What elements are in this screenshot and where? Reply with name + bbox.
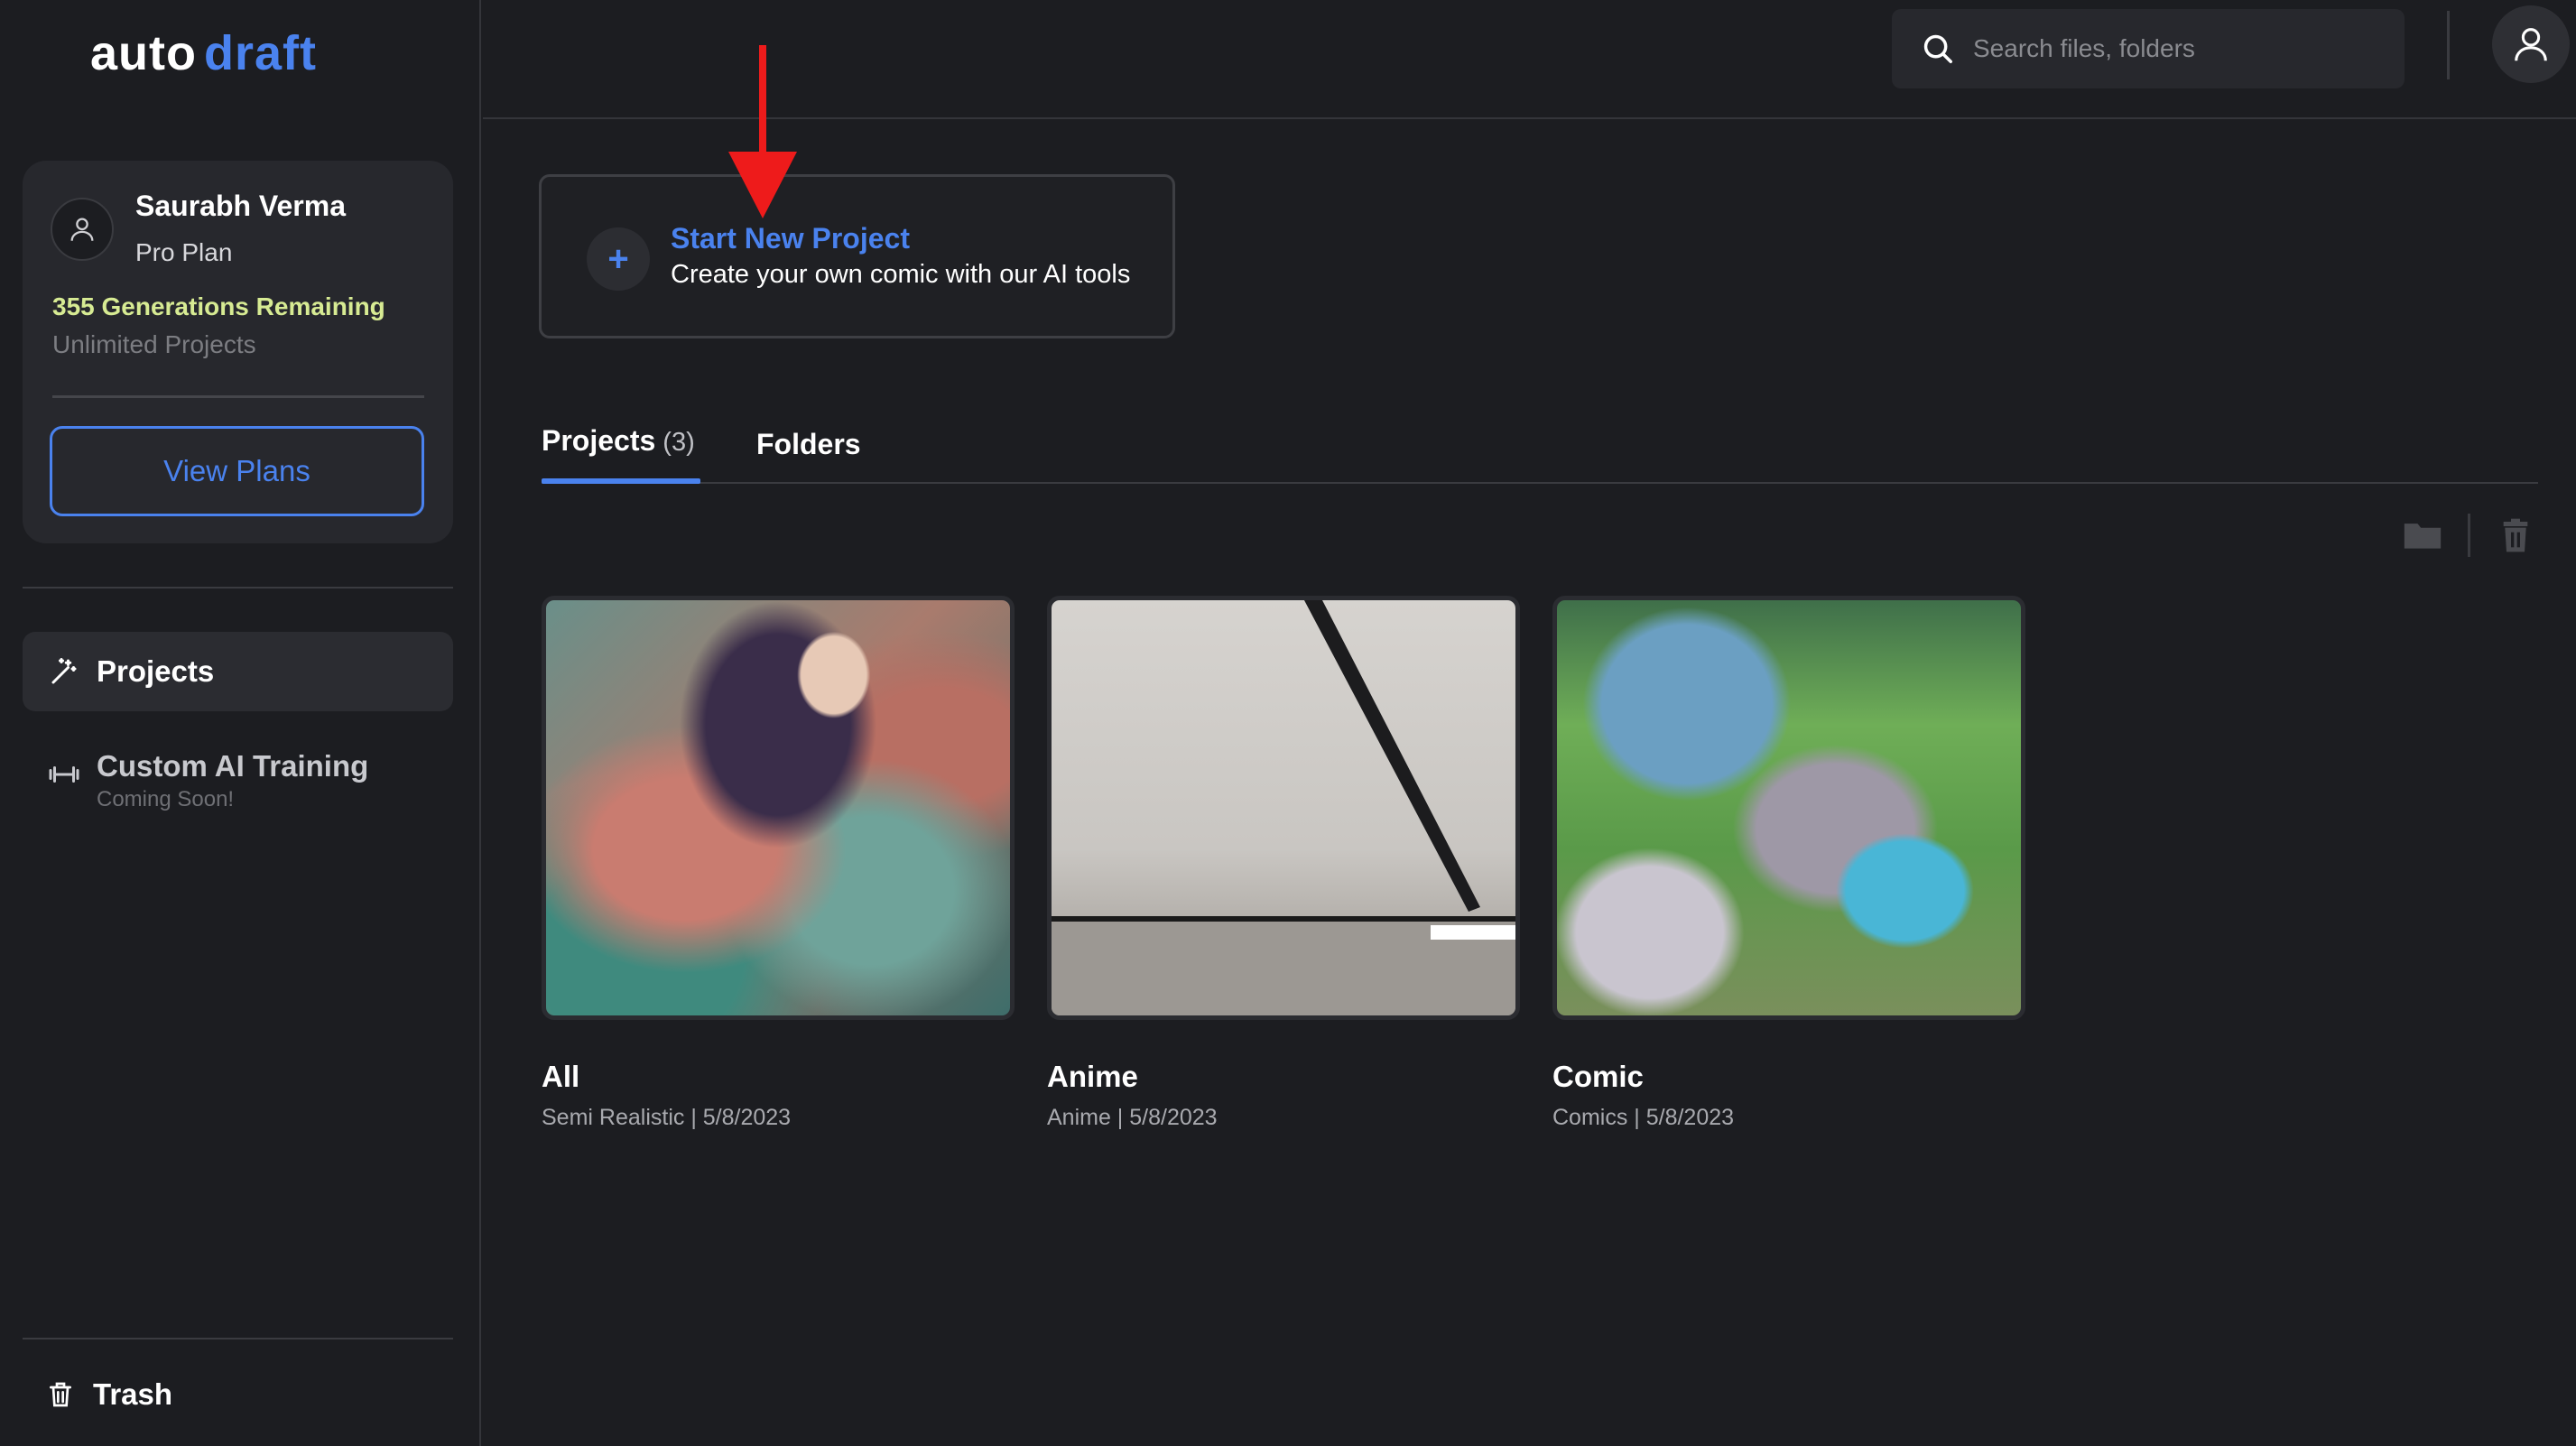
user-plan: Pro Plan: [135, 238, 233, 266]
project-title: All: [542, 1060, 580, 1093]
project-title: Comic: [1552, 1060, 1644, 1093]
search-bar[interactable]: [1892, 9, 2405, 88]
sidebar-item-label: Projects: [97, 654, 215, 688]
trash-icon: [42, 1376, 79, 1413]
start-new-project-card[interactable]: + Start New Project Create your own comi…: [539, 174, 1175, 338]
project-thumbnail[interactable]: [542, 596, 1015, 1020]
tab-bar: Projects (3) Folders: [542, 415, 2538, 484]
annotation-arrow-icon: [728, 45, 797, 218]
trash-icon: [2503, 518, 2528, 552]
account-button[interactable]: [2492, 5, 2570, 83]
start-new-project-subtitle: Create your own comic with our AI tools: [671, 260, 1131, 289]
user-icon: [70, 218, 94, 241]
search-icon: [1923, 34, 1952, 63]
active-tab-indicator: [542, 478, 700, 484]
logo[interactable]: auto draft: [90, 25, 317, 81]
projects-limit: Unlimited Projects: [52, 330, 256, 358]
app-root: auto draft Saurabh Verma Pro Plan 355 Ge…: [0, 0, 2576, 1446]
delete-button[interactable]: [2494, 514, 2537, 557]
project-meta: Anime | 5/8/2023: [1047, 1105, 1218, 1130]
sidebar-item-label: Custom AI Training: [97, 749, 369, 783]
sidebar: auto draft Saurabh Verma Pro Plan 355 Ge…: [0, 0, 481, 1446]
sidebar-item-projects[interactable]: Projects: [23, 632, 453, 711]
plus-icon: +: [587, 227, 650, 291]
project-card[interactable]: All Semi Realistic | 5/8/2023: [542, 596, 1015, 1131]
generations-remaining: 355 Generations Remaining: [52, 292, 385, 320]
project-title: Anime: [1047, 1060, 1138, 1093]
logo-word-draft: draft: [204, 26, 317, 80]
user-icon: [2515, 28, 2547, 61]
magic-wand-icon: [46, 653, 82, 690]
sidebar-item-label: Trash: [93, 1377, 173, 1411]
avatar: [51, 198, 114, 261]
tab-projects-count: (3): [663, 428, 695, 457]
project-grid: All Semi Realistic | 5/8/2023 Anime Anim…: [542, 596, 2025, 1131]
project-toolbar: [2401, 513, 2537, 558]
user-name: Saurabh Verma: [135, 190, 346, 222]
folder-icon: [2404, 524, 2442, 549]
tab-projects-label: Projects: [542, 424, 656, 457]
tab-projects[interactable]: Projects (3): [542, 424, 695, 458]
pen-illustration: [1052, 600, 1515, 1015]
project-meta: Semi Realistic | 5/8/2023: [542, 1105, 792, 1130]
search-input[interactable]: [1973, 34, 2370, 63]
move-to-folder-button[interactable]: [2401, 514, 2444, 557]
project-thumbnail[interactable]: [1047, 596, 1520, 1020]
start-new-project-title[interactable]: Start New Project: [671, 222, 910, 255]
toolbar-divider: [2468, 514, 2470, 557]
sidebar-divider: [23, 587, 453, 589]
project-card[interactable]: Comic Comics | 5/8/2023: [1552, 596, 2025, 1131]
project-thumbnail[interactable]: [1552, 596, 2025, 1020]
project-meta: Comics | 5/8/2023: [1552, 1105, 1735, 1130]
sidebar-item-trash[interactable]: Trash: [23, 1363, 453, 1426]
view-plans-button[interactable]: View Plans: [50, 426, 424, 516]
profile-card: Saurabh Verma Pro Plan 355 Generations R…: [23, 161, 453, 543]
header-divider: [2447, 11, 2450, 79]
coming-soon-label: Coming Soon!: [97, 787, 235, 811]
sidebar-bottom-divider: [23, 1338, 453, 1339]
dumbbell-icon: [46, 756, 82, 793]
logo-word-auto: auto: [90, 26, 197, 80]
tab-folders[interactable]: Folders: [756, 428, 861, 461]
card-divider: [52, 395, 424, 398]
sidebar-item-custom-ai-training[interactable]: Custom AI Training Coming Soon!: [23, 749, 453, 821]
project-card[interactable]: Anime Anime | 5/8/2023: [1047, 596, 1520, 1131]
